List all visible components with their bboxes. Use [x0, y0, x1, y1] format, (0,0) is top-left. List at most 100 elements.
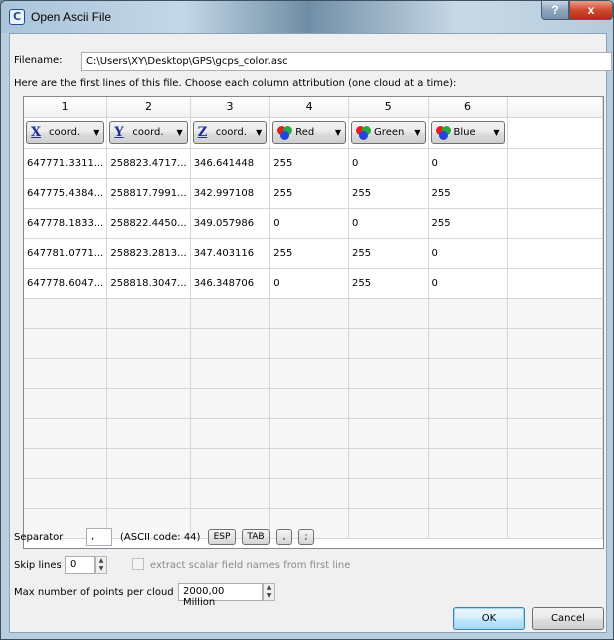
empty-cell [190, 358, 271, 389]
instructions-text: Here are the first lines of this file. C… [14, 78, 457, 89]
empty-cell [106, 388, 191, 419]
empty-cell [428, 298, 508, 329]
empty-cell [348, 328, 429, 359]
empty-cell [106, 448, 191, 479]
empty-cell [507, 448, 603, 479]
empty-cell [507, 358, 603, 389]
table-row: 647778.1833... 258822.4450... 349.057986 0 0… [24, 208, 603, 239]
spin-down-icon[interactable]: ▼ [96, 565, 106, 573]
empty-row [24, 478, 603, 509]
column-header-6: 6 [428, 97, 508, 118]
table-cell: 255 [269, 178, 350, 209]
attribution-dropdown-1[interactable]: Xcoord. ▼ [26, 121, 105, 144]
table-row: 647775.4384... 258817.7991... 342.997108 25… [24, 178, 603, 209]
rgb-dot [359, 130, 369, 140]
row-filler [507, 268, 603, 299]
column-header-1: 1 [24, 97, 108, 118]
attribution-label: Red [295, 127, 315, 138]
empty-cell [190, 418, 271, 449]
row-filler [507, 148, 603, 179]
close-button[interactable]: x [569, 1, 613, 20]
table-cell: 258817.7991... [106, 178, 191, 209]
title-bar[interactable]: C Open Ascii File ? x [1, 1, 613, 33]
table-cell: 255 [428, 208, 508, 239]
attribution-label: Green [374, 127, 405, 138]
table-cell: 0 [428, 148, 508, 179]
ok-button[interactable]: OK [453, 607, 525, 630]
attribution-dropdown-3[interactable]: Zcoord. ▼ [192, 121, 268, 144]
attribution-dropdown-4[interactable]: Red ▼ [272, 121, 347, 144]
empty-cell [428, 358, 508, 389]
comma-button[interactable]: , [276, 529, 292, 545]
empty-row [24, 298, 603, 329]
separator-label: Separator [14, 532, 64, 543]
empty-row [24, 448, 603, 479]
extract-names-checkbox[interactable] [132, 558, 144, 570]
table-cell: 647781.0771... [24, 238, 108, 269]
empty-cell [348, 418, 429, 449]
chevron-down-icon: ▼ [493, 128, 500, 137]
tab-button[interactable]: TAB [242, 529, 270, 545]
y-axis-icon: Y [114, 125, 124, 140]
table-cell: 255 [348, 178, 429, 209]
table-cell: 0 [269, 208, 350, 239]
empty-cell [348, 358, 429, 389]
help-button[interactable]: ? [541, 1, 569, 20]
attribution-dropdown-6[interactable]: Blue ▼ [430, 121, 505, 144]
ascii-code-text: (ASCII code: 44) [120, 532, 201, 543]
empty-row [24, 418, 603, 449]
table-cell: 258823.4717... [106, 148, 191, 179]
attribution-cell-6: Blue ▼ [428, 117, 508, 149]
empty-cell [348, 448, 429, 479]
table-cell: 647778.6047... [24, 268, 108, 299]
esp-button[interactable]: ESP [208, 529, 236, 545]
empty-cell [507, 418, 603, 449]
preview-table[interactable]: 123456 Xcoord. ▼ Ycoord. ▼ Zcoord. ▼ Red ▼ Green… [23, 96, 604, 549]
spin-up-icon[interactable]: ▲ [96, 557, 106, 565]
x-axis-icon: X [31, 125, 42, 140]
rgb-dot [438, 130, 448, 140]
empty-cell [269, 448, 350, 479]
empty-cell [24, 478, 108, 509]
table-cell: 258818.3047... [106, 268, 191, 299]
table-cell: 647771.3311... [24, 148, 108, 179]
empty-cell [269, 388, 350, 419]
table-cell: 0 [428, 268, 508, 299]
table-cell: 255 [269, 238, 350, 269]
max-points-input[interactable]: 2000,00 Million [178, 583, 263, 608]
skip-lines-spinner[interactable]: ▲ ▼ [95, 556, 107, 574]
attribution-dropdown-5[interactable]: Green ▼ [351, 121, 426, 144]
skip-lines-input[interactable]: 0 [65, 556, 95, 574]
preview-table-grid: 123456 Xcoord. ▼ Ycoord. ▼ Zcoord. ▼ Red ▼ Green… [24, 97, 603, 539]
chevron-down-icon: ▼ [256, 128, 263, 137]
table-cell: 342.997108 [190, 178, 271, 209]
empty-cell [269, 418, 350, 449]
empty-cell [428, 478, 508, 509]
empty-cell [348, 478, 429, 509]
semicolon-button[interactable]: ; [298, 529, 314, 545]
empty-cell [507, 508, 603, 539]
chevron-down-icon: ▼ [93, 128, 100, 137]
column-header-3: 3 [190, 97, 271, 118]
column-header-2: 2 [106, 97, 191, 118]
separator-input[interactable]: , [86, 528, 112, 546]
attribution-dropdown-2[interactable]: Ycoord. ▼ [109, 121, 188, 144]
filename-field[interactable]: C:\Users\XY\Desktop\GPS\gcps_color.asc [81, 52, 612, 71]
attribution-label: coord. [132, 127, 164, 138]
empty-cell [348, 388, 429, 419]
table-cell: 0 [428, 238, 508, 269]
rgb-color-icon [277, 125, 295, 140]
max-points-spinner[interactable]: ▲ ▼ [263, 583, 275, 601]
dialog-body: Filename: C:\Users\XY\Desktop\GPS\gcps_c… [9, 33, 612, 633]
cc-logo-icon: C [9, 9, 25, 25]
empty-cell [428, 508, 508, 539]
spin-down-icon[interactable]: ▼ [264, 592, 274, 600]
table-cell: 349.057986 [190, 208, 271, 239]
empty-cell [24, 298, 108, 329]
table-cell: 258822.4450... [106, 208, 191, 239]
cancel-button[interactable]: Cancel [532, 607, 604, 630]
window-title: Open Ascii File [31, 10, 112, 24]
spin-up-icon[interactable]: ▲ [264, 584, 274, 592]
chevron-down-icon: ▼ [334, 128, 342, 137]
empty-cell [348, 298, 429, 329]
